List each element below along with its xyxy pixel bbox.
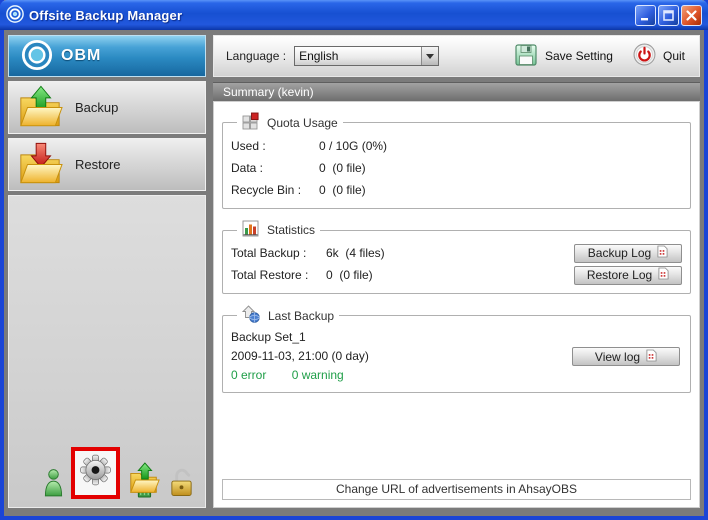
titlebar: Offsite Backup Manager [0, 0, 708, 30]
quota-usage-title: Quota Usage [267, 116, 338, 130]
language-label: Language : [226, 49, 286, 63]
sidebar-footer-icons [9, 447, 205, 507]
upload-globe-icon [242, 305, 260, 326]
quit-button[interactable]: Quit [633, 43, 685, 69]
quota-usage-section: Quota Usage Used : 0 / 10G (0%) Data : 0… [222, 112, 691, 209]
advertisement-banner[interactable]: Change URL of advertisements in AhsayOBS [222, 479, 691, 500]
export-backup-set-icon[interactable] [127, 462, 161, 499]
view-log-button-label: View log [595, 350, 640, 364]
settings-gear-highlight-box[interactable] [71, 447, 120, 499]
window-title: Offsite Backup Manager [29, 8, 182, 23]
quota-row-data: Data : 0 (0 file) [231, 157, 682, 179]
backup-set-name: Backup Set_1 [231, 328, 572, 347]
sidebar-panel [8, 195, 206, 508]
chevron-down-icon[interactable] [421, 47, 438, 65]
obm-logo-icon [21, 39, 53, 74]
last-backup-title: Last Backup [268, 309, 334, 323]
language-select[interactable]: English [294, 46, 439, 66]
total-restore-label: Total Restore : [231, 268, 326, 282]
sidebar-item-backup[interactable]: Backup [8, 81, 206, 134]
power-icon [633, 43, 656, 69]
app-window: Offsite Backup Manager [0, 0, 708, 520]
warning-count: 0 warning [292, 368, 344, 382]
backup-status: 0 error 0 warning [231, 366, 572, 385]
document-icon [658, 267, 669, 283]
quota-recycle-label: Recycle Bin : [231, 183, 319, 197]
view-log-button[interactable]: View log [572, 347, 680, 366]
quota-data-value: 0 (0 file) [319, 161, 366, 175]
quit-label: Quit [663, 49, 685, 63]
quota-row-recycle-bin: Recycle Bin : 0 (0 file) [231, 179, 682, 201]
sidebar-item-backup-label: Backup [75, 100, 118, 115]
save-setting-label: Save Setting [545, 49, 613, 63]
restore-log-button[interactable]: Restore Log [574, 266, 682, 285]
quota-used-value: 0 / 10G (0%) [319, 139, 387, 153]
obm-logo-header[interactable]: OBM [8, 35, 206, 77]
sidebar-item-restore[interactable]: Restore [8, 138, 206, 191]
user-icon[interactable] [43, 468, 64, 499]
restore-log-button-label: Restore Log [587, 268, 652, 282]
folder-down-arrow-icon [17, 141, 63, 189]
main-content: Language : English [213, 35, 700, 508]
statistics-section: Statistics Total Backup : 6k (4 files) B… [222, 220, 691, 294]
window-controls [635, 5, 702, 26]
quota-grid-icon [242, 112, 259, 133]
unlock-icon[interactable] [168, 466, 195, 499]
last-backup-legend: Last Backup [237, 305, 339, 326]
sidebar: OBM Backup [8, 35, 206, 508]
last-backup-details: Backup Set_1 2009-11-03, 21:00 (0 day) 0… [231, 328, 572, 385]
topbar: Language : English [213, 35, 700, 77]
total-restore-value: 0 (0 file) [326, 268, 574, 282]
quota-row-used: Used : 0 / 10G (0%) [231, 135, 682, 157]
total-backup-value: 6k (4 files) [326, 246, 574, 260]
quota-recycle-value: 0 (0 file) [319, 183, 366, 197]
document-icon [646, 349, 657, 365]
save-setting-button[interactable]: Save Setting [514, 43, 613, 70]
total-backup-label: Total Backup : [231, 246, 326, 260]
quota-used-label: Used : [231, 139, 319, 153]
minimize-button[interactable] [635, 5, 656, 26]
language-selected-value: English [295, 49, 421, 63]
statistics-legend: Statistics [237, 220, 320, 240]
settings-gear-icon [80, 454, 111, 489]
summary-header: Summary (kevin) [213, 82, 700, 101]
last-backup-section: Last Backup Backup Set_1 2009-11-03, 21:… [222, 305, 691, 393]
backup-log-button[interactable]: Backup Log [574, 244, 682, 263]
summary-panel: Quota Usage Used : 0 / 10G (0%) Data : 0… [213, 101, 700, 508]
sidebar-item-restore-label: Restore [75, 157, 121, 172]
backup-timestamp: 2009-11-03, 21:00 (0 day) [231, 347, 572, 366]
quota-usage-legend: Quota Usage [237, 112, 343, 133]
statistics-row-backup: Total Backup : 6k (4 files) Backup Log [231, 242, 682, 264]
close-button[interactable] [681, 5, 702, 26]
document-icon [657, 245, 668, 261]
quota-data-label: Data : [231, 161, 319, 175]
folder-up-arrow-icon [17, 84, 63, 132]
statistics-row-restore: Total Restore : 0 (0 file) Restore Log [231, 264, 682, 286]
statistics-title: Statistics [267, 223, 315, 237]
floppy-disk-icon [514, 43, 538, 70]
maximize-button[interactable] [658, 5, 679, 26]
app-logo-icon [6, 5, 24, 26]
error-count: 0 error [231, 368, 266, 382]
bar-chart-icon [242, 220, 259, 240]
backup-log-button-label: Backup Log [588, 246, 651, 260]
window-body: OBM Backup [4, 30, 704, 516]
obm-logo-text: OBM [61, 47, 101, 65]
